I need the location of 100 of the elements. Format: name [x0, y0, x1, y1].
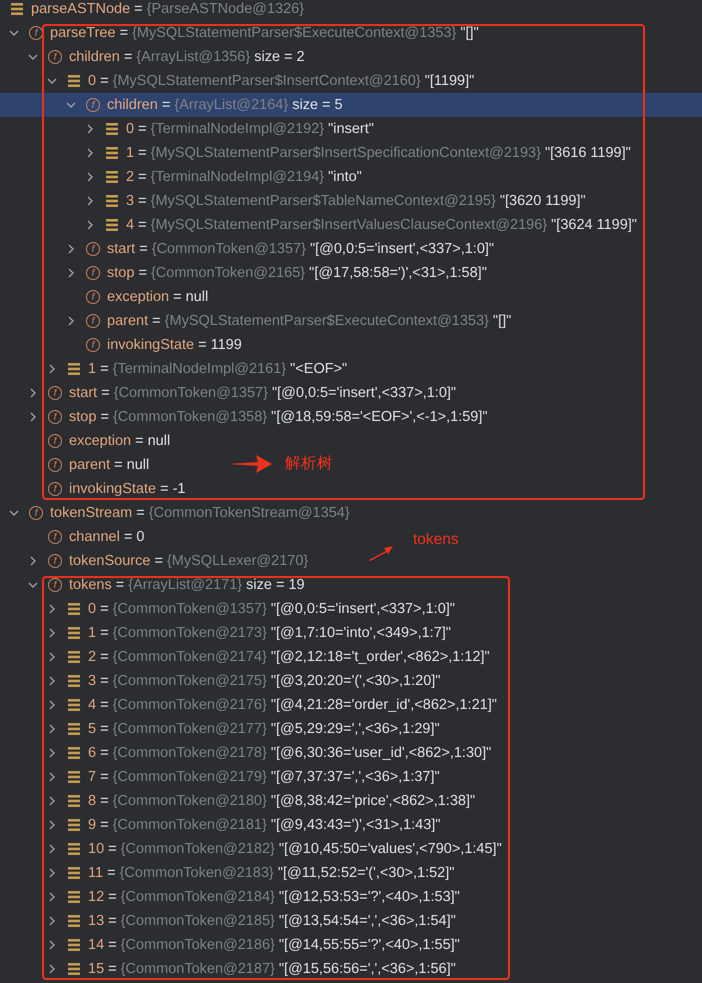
list-icon	[104, 194, 120, 208]
variable-text: 9 = {CommonToken@2181} "[@9,43:43=')',<31>,1:43]"	[88, 817, 440, 833]
variable-text: 1 = {TerminalNodeImpl@2161} "<EOF>"	[88, 361, 348, 377]
tree-row[interactable]: f stop = {CommonToken@1358} "[@18,59:58='<EOF>',<-1>,1:59]"	[0, 405, 492, 429]
tree-row[interactable]: 3 = {CommonToken@2175} "[@3,20:20='(',<30>,1:20]"	[0, 669, 444, 693]
tree-row[interactable]: f start = {CommonToken@1357} "[@0,0:5='insert',<337>,1:0]"	[0, 381, 460, 405]
list-icon	[66, 938, 82, 952]
tree-row[interactable]: f exception = null	[0, 285, 212, 309]
tree-row[interactable]: f children = {ArrayList@1356} size = 2	[0, 45, 309, 69]
variable-text: channel = 0	[69, 529, 144, 545]
list-icon	[66, 842, 82, 856]
tree-row[interactable]: 2 = {TerminalNodeImpl@2194} "into"	[0, 165, 366, 189]
variable-text: parent = {MySQLStatementParser$ExecuteContext@1353} "[]"	[107, 313, 512, 329]
field-icon: f	[48, 530, 62, 544]
field-icon: f	[86, 266, 100, 280]
field-icon: f	[48, 482, 62, 496]
variable-text: stop = {CommonToken@2165} "[@17,58:58=')',<31>,1:58]"	[107, 265, 487, 281]
tree-row[interactable]: 7 = {CommonToken@2179} "[@7,37:37=',',<36>,1:37]"	[0, 765, 444, 789]
field-icon: f	[48, 554, 62, 568]
tree-row[interactable]: f stop = {CommonToken@2165} "[@17,58:58=')',<31>,1:58]"	[0, 261, 491, 285]
tree-row[interactable]: 15 = {CommonToken@2187} "[@15,56:56=',',<36>,1:56]"	[0, 957, 460, 981]
tree-row[interactable]: 4 = {MySQLStatementParser$InsertValuesClauseContext@2196} "[3624 1199]"	[0, 213, 641, 237]
tree-row[interactable]: 1 = {TerminalNodeImpl@2161} "<EOF>"	[0, 357, 352, 381]
tree-row[interactable]: f parseTree = {MySQLStatementParser$ExecuteContext@1353} "[]"	[0, 21, 483, 45]
list-icon	[66, 962, 82, 976]
list-icon	[66, 626, 82, 640]
variable-text: 7 = {CommonToken@2179} "[@7,37:37=',',<36>,1:37]"	[88, 769, 440, 785]
variable-text: 13 = {CommonToken@2185} "[@13,54:54=',',<36>,1:54]"	[88, 913, 456, 929]
list-icon	[104, 170, 120, 184]
field-icon: f	[86, 98, 100, 112]
tree-row[interactable]: 0 = {TerminalNodeImpl@2192} "insert"	[0, 117, 378, 141]
variable-text: stop = {CommonToken@1358} "[@18,59:58='<EOF>',<-1>,1:59]"	[69, 409, 488, 425]
tree-row[interactable]: f channel = 0	[0, 525, 148, 549]
variable-text: tokenSource = {MySQLLexer@2170}	[69, 553, 308, 569]
field-icon: f	[86, 290, 100, 304]
list-icon	[66, 722, 82, 736]
tree-row[interactable]: 0 = {CommonToken@1357} "[@0,0:5='insert',<337>,1:0]"	[0, 597, 459, 621]
tree-row[interactable]: 14 = {CommonToken@2186} "[@14,55:55='?',<40>,1:55]"	[0, 933, 464, 957]
variable-text: invokingState = 1199	[107, 337, 242, 353]
tree-row[interactable]: f tokenSource = {MySQLLexer@2170}	[0, 549, 312, 573]
annotation-label: 解析树	[285, 454, 333, 474]
list-icon	[66, 74, 82, 88]
list-icon	[66, 914, 82, 928]
tree-row[interactable]: 9 = {CommonToken@2181} "[@9,43:43=')',<31>,1:43]"	[0, 813, 444, 837]
variable-text: 1 = {MySQLStatementParser$InsertSpecificationContext@2193} "[3616 1199]"	[126, 145, 631, 161]
tree-row[interactable]: 3 = {MySQLStatementParser$TableNameContext@2195} "[3620 1199]"	[0, 189, 590, 213]
variable-text: 11 = {CommonToken@2183} "[@11,52:52='(',<30>,1:52]"	[88, 865, 454, 881]
field-icon: f	[29, 506, 43, 520]
tree-row[interactable]: 11 = {CommonToken@2183} "[@11,52:52='(',<30>,1:52]"	[0, 861, 458, 885]
tree-row[interactable]: 12 = {CommonToken@2184} "[@12,53:53='?',<40>,1:53]"	[0, 885, 464, 909]
field-icon: f	[48, 434, 62, 448]
list-icon	[66, 698, 82, 712]
tree-row[interactable]: 2 = {CommonToken@2174} "[@2,12:18='t_order',<862>,1:12]"	[0, 645, 494, 669]
tree-row[interactable]: f invokingState = 1199	[0, 333, 246, 357]
variable-text: start = {CommonToken@1357} "[@0,0:5='insert',<337>,1:0]"	[69, 385, 456, 401]
tree-row[interactable]: f start = {CommonToken@1357} "[@0,0:5='insert',<337>,1:0]"	[0, 237, 498, 261]
tree-row[interactable]: 4 = {CommonToken@2176} "[@4,21:28='order_id',<862>,1:21]"	[0, 693, 501, 717]
tree-row[interactable]: 10 = {CommonToken@2182} "[@10,45:50='values',<790>,1:45]"	[0, 837, 506, 861]
variable-text: 3 = {MySQLStatementParser$TableNameContext@2195} "[3620 1199]"	[126, 193, 586, 209]
variable-text: 2 = {TerminalNodeImpl@2194} "into"	[126, 169, 362, 185]
list-icon	[9, 2, 25, 16]
tree-row[interactable]: parseASTNode = {ParseASTNode@1326}	[0, 0, 308, 21]
variable-text: children = {ArrayList@2164} size = 5	[107, 97, 343, 113]
variable-text: parseASTNode = {ParseASTNode@1326}	[31, 1, 304, 17]
tree-row[interactable]: 1 = {CommonToken@2173} "[@1,7:10='into',<349>,1:7]"	[0, 621, 455, 645]
variable-text: 1 = {CommonToken@2173} "[@1,7:10='into',<349>,1:7]"	[88, 625, 451, 641]
variable-text: parseTree = {MySQLStatementParser$ExecuteContext@1353} "[]"	[50, 25, 479, 41]
variable-text: 3 = {CommonToken@2175} "[@3,20:20='(',<30>,1:20]"	[88, 673, 440, 689]
variable-text: tokens = {ArrayList@2171} size = 19	[69, 577, 305, 593]
tree-row[interactable]: f children = {ArrayList@2164} size = 5	[0, 93, 347, 117]
tree-row[interactable]: f tokens = {ArrayList@2171} size = 19	[0, 573, 309, 597]
list-icon	[104, 218, 120, 232]
field-icon: f	[86, 314, 100, 328]
tree-row[interactable]: 8 = {CommonToken@2180} "[@8,38:42='price',<862>,1:38]"	[0, 789, 480, 813]
tree-row[interactable]: 6 = {CommonToken@2178} "[@6,30:36='user_id',<862>,1:30]"	[0, 741, 496, 765]
variable-text: 8 = {CommonToken@2180} "[@8,38:42='price',<862>,1:38]"	[88, 793, 476, 809]
field-icon: f	[29, 26, 43, 40]
list-icon	[66, 362, 82, 376]
list-icon	[66, 794, 82, 808]
list-icon	[66, 890, 82, 904]
tree-row[interactable]: 0 = {MySQLStatementParser$InsertContext@2160} "[1199]"	[0, 69, 478, 93]
variable-text: 6 = {CommonToken@2178} "[@6,30:36='user_id',<862>,1:30]"	[88, 745, 492, 761]
tree-row[interactable]: 5 = {CommonToken@2177} "[@5,29:29=',',<36>,1:29]"	[0, 717, 444, 741]
tree-row[interactable]: f exception = null	[0, 429, 174, 453]
variable-text: 0 = {MySQLStatementParser$InsertContext@2160} "[1199]"	[88, 73, 474, 89]
list-icon	[104, 122, 120, 136]
tree-row[interactable]: f parent = {MySQLStatementParser$ExecuteContext@1353} "[]"	[0, 309, 516, 333]
tree-row[interactable]: 1 = {MySQLStatementParser$InsertSpecificationContext@2193} "[3616 1199]"	[0, 141, 635, 165]
variable-text: exception = null	[69, 433, 170, 449]
variable-text: invokingState = -1	[69, 481, 186, 497]
variable-text: 0 = {CommonToken@1357} "[@0,0:5='insert',<337>,1:0]"	[88, 601, 455, 617]
tree-row[interactable]: f parent = null	[0, 453, 154, 477]
variable-text: 0 = {TerminalNodeImpl@2192} "insert"	[126, 121, 374, 137]
tree-row[interactable]: 13 = {CommonToken@2185} "[@13,54:54=',',<36>,1:54]"	[0, 909, 460, 933]
list-icon	[66, 746, 82, 760]
list-icon	[66, 866, 82, 880]
variable-text: children = {ArrayList@1356} size = 2	[69, 49, 305, 65]
field-icon: f	[86, 338, 100, 352]
tree-row[interactable]: f tokenStream = {CommonTokenStream@1354}	[0, 501, 354, 525]
tree-row[interactable]: f invokingState = -1	[0, 477, 190, 501]
